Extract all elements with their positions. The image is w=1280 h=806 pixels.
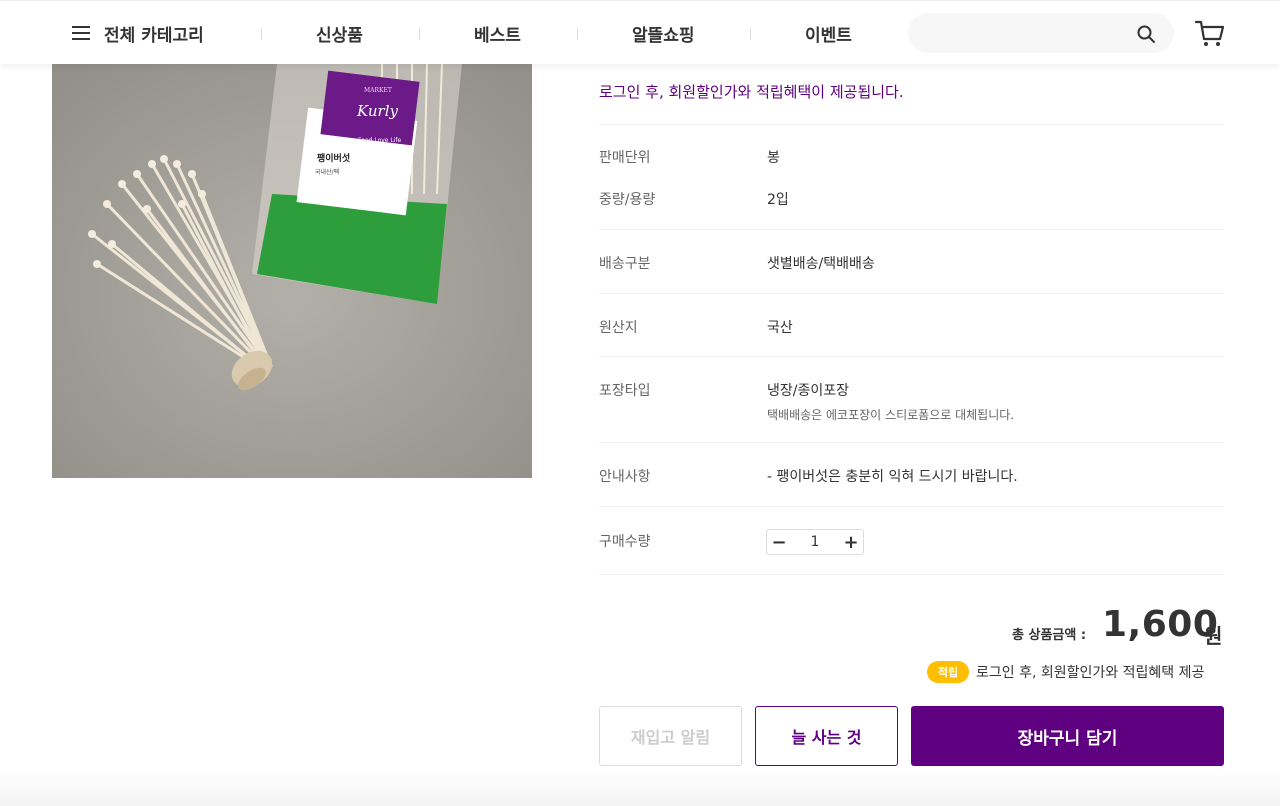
divider [599,574,1224,575]
info-value-packaging: 냉장/종이포장 [767,383,849,399]
divider [599,293,1224,294]
info-label-notice: 안내사항 [599,469,651,485]
nav-divider [419,28,420,40]
info-label-quantity: 구매수량 [599,534,651,550]
brand-tagline: Love Food Love Life [342,137,402,144]
nav-divider [750,28,751,40]
nav-divider [577,28,578,40]
nav-bargain-shopping[interactable]: 알뜰쇼핑 [632,21,695,46]
search-box[interactable] [908,13,1174,53]
cart-icon[interactable] [1194,17,1226,49]
product-image: MARKET Kurly Love Food Love Life 팽이버섯 국내… [52,64,532,478]
total-price-amount: 1,600 [1102,604,1219,645]
divider [599,506,1224,507]
brand-text: MARKET [364,87,392,94]
add-to-cart-button[interactable]: 장바구니 담기 [911,706,1224,766]
login-benefit-note: 로그인 후, 회원할인가와 적립혜택이 제공됩니다. [599,83,904,101]
divider [599,229,1224,230]
frequently-bought-button[interactable]: 늘 사는 것 [755,706,898,766]
bottom-fade [0,770,1280,806]
reward-note: 로그인 후, 회원할인가와 적립혜택 제공 [976,665,1205,681]
total-price-label: 총 상품금액 : [1012,628,1087,643]
info-label-sale-unit: 판매단위 [599,150,651,166]
info-label-weight: 중량/용량 [599,192,656,208]
info-value-delivery: 샛별배송/택배배송 [767,256,875,272]
info-value-weight: 2입 [767,192,789,208]
nav-best[interactable]: 베스트 [474,21,521,46]
nav-divider [261,28,262,40]
info-packaging-note: 택배배송은 에코포장이 스티로폼으로 대체됩니다. [767,408,1015,422]
quantity-stepper: − 1 + [766,529,864,555]
increase-quantity-button[interactable]: + [839,530,863,554]
top-nav-bar: 전체 카테고리 신상품 베스트 알뜰쇼핑 이벤트 [0,0,1280,64]
all-categories-label: 전체 카테고리 [104,25,204,46]
brand-script: Kurly [356,102,399,120]
menu-icon [72,25,90,41]
quantity-value[interactable]: 1 [791,530,839,554]
info-value-origin: 국산 [767,320,793,336]
search-icon[interactable] [1136,24,1156,44]
divider [599,124,1224,125]
info-label-delivery: 배송구분 [599,256,651,272]
info-label-packaging: 포장타입 [599,383,651,399]
label-origin: 국내산/팩 [315,168,339,176]
info-value-sale-unit: 봉 [767,150,780,166]
all-categories-button[interactable]: 전체 카테고리 [72,19,204,47]
total-price-unit: 원 [1204,624,1223,648]
search-input[interactable] [924,21,1124,45]
restock-alert-button[interactable]: 재입고 알림 [599,706,742,766]
decrease-quantity-button[interactable]: − [767,530,791,554]
divider [599,356,1224,357]
nav-events[interactable]: 이벤트 [805,21,852,46]
nav-new-products[interactable]: 신상품 [316,21,363,46]
label-product-name: 팽이버섯 [317,152,350,164]
info-label-origin: 원산지 [599,320,638,336]
info-value-notice: - 팽이버섯은 충분히 익혀 드시기 바랍니다. [767,469,1018,485]
divider [599,442,1224,443]
reward-badge: 적립 [927,661,969,683]
